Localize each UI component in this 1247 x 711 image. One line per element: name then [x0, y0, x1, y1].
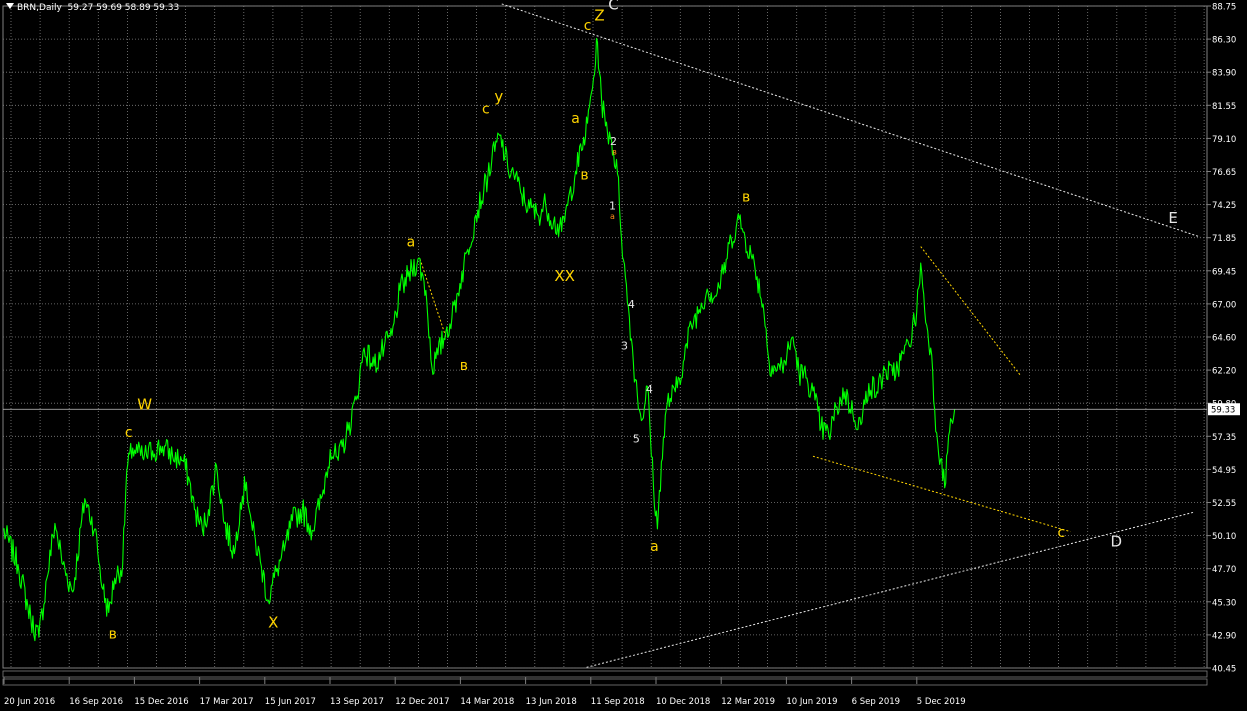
wave-label: X — [268, 614, 278, 632]
current-price-label: 59.33 — [1211, 406, 1235, 416]
collapse-triangle-icon[interactable] — [6, 3, 14, 9]
price-chart[interactable]: 88.75 86.30 83.90 81.55 79.10 76.65 74.25 71.85… — [0, 0, 1247, 711]
wave-label: a — [571, 111, 580, 127]
y-tick-label: 57.35 — [1212, 433, 1236, 443]
wave-label: c — [1058, 525, 1066, 541]
wave-label: E — [1168, 209, 1177, 227]
wave-label: в — [460, 358, 468, 374]
chart-window: 88.75 86.30 83.90 81.55 79.10 76.65 74.25 71.85… — [0, 0, 1247, 711]
x-tick-label: 6 Sep 2019 — [852, 697, 900, 707]
x-tick-label: 20 Jun 2016 — [4, 697, 55, 707]
y-tick-label: 83.90 — [1212, 69, 1236, 79]
wave-label: C — [608, 0, 618, 13]
wave-label: y — [494, 87, 503, 105]
wave-label: в — [612, 148, 617, 157]
y-tick-label: 64.60 — [1212, 334, 1236, 344]
x-tick-label: 14 Mar 2018 — [460, 697, 514, 707]
trendline-1 — [586, 511, 1194, 668]
y-tick-label: 81.55 — [1212, 102, 1236, 112]
x-tick-label: 15 Jun 2017 — [265, 697, 316, 707]
x-tick-label: 13 Sep 2017 — [330, 697, 384, 707]
wave-label: XX — [554, 267, 575, 285]
price-series-line — [2, 37, 956, 642]
y-tick-label: 69.45 — [1212, 267, 1236, 277]
x-tick-label: 5 Dec 2019 — [917, 697, 966, 707]
scroll-strip — [2, 678, 1208, 686]
y-tick-label: 76.65 — [1212, 168, 1236, 178]
wave-label: 5 — [633, 433, 640, 446]
y-tick-label: 54.95 — [1212, 466, 1236, 476]
wave-label: D — [1110, 533, 1122, 551]
y-tick-label: 62.20 — [1212, 367, 1236, 377]
x-tick-label: 12 Dec 2017 — [395, 697, 449, 707]
wave-label: c — [125, 425, 133, 441]
chart-header: BRN,Daily 59.27 59.69 58.89 59.33 — [6, 3, 179, 13]
x-tick-label: 10 Dec 2018 — [656, 697, 710, 707]
wave-label: в — [742, 189, 750, 205]
x-tick-label: 10 Jun 2019 — [786, 697, 837, 707]
wave-label: 4 — [646, 383, 653, 396]
wave-label: a — [610, 212, 615, 221]
wave-label: в — [109, 627, 117, 643]
wave-label: Z — [594, 6, 604, 24]
wave-label: a — [650, 539, 659, 555]
wave-label: в — [580, 167, 588, 183]
wave-label: 4 — [628, 298, 635, 311]
y-tick-label: 88.75 — [1212, 3, 1236, 13]
wave-label: 1 — [609, 200, 616, 213]
y-tick-label: 71.85 — [1212, 234, 1236, 244]
wave-label: W — [137, 396, 152, 414]
ohlc-values: 59.27 59.69 58.89 59.33 — [67, 3, 180, 13]
y-tick-label: 42.90 — [1212, 631, 1236, 641]
x-tick-label: 17 Mar 2017 — [200, 697, 254, 707]
wave-label: c — [482, 102, 490, 118]
x-tick-label: 12 Mar 2019 — [721, 697, 775, 707]
y-tick-label: 40.45 — [1212, 665, 1236, 675]
y-tick-label: 52.55 — [1212, 499, 1236, 509]
wave-label: 3 — [621, 339, 628, 352]
scroll-strip — [2, 670, 1208, 678]
x-tick-label: 16 Sep 2016 — [69, 697, 123, 707]
y-tick-label: 45.30 — [1212, 598, 1236, 608]
x-tick-label: 11 Sep 2018 — [591, 697, 645, 707]
y-tick-label: 67.00 — [1212, 300, 1236, 310]
y-tick-label: 50.10 — [1212, 532, 1236, 542]
symbol-timeframe: BRN,Daily — [17, 3, 62, 13]
x-tick-label: 15 Dec 2016 — [134, 697, 188, 707]
wave-label: 2 — [610, 135, 617, 148]
y-tick-label: 86.30 — [1212, 36, 1236, 46]
wave-label: a — [407, 235, 416, 251]
y-tick-label: 74.25 — [1212, 201, 1236, 211]
x-tick-label: 13 Jun 2018 — [526, 697, 577, 707]
y-tick-label: 79.10 — [1212, 135, 1236, 145]
trendline-2 — [920, 246, 1021, 376]
y-tick-label: 47.70 — [1212, 565, 1236, 575]
wave-label: c — [584, 18, 592, 34]
